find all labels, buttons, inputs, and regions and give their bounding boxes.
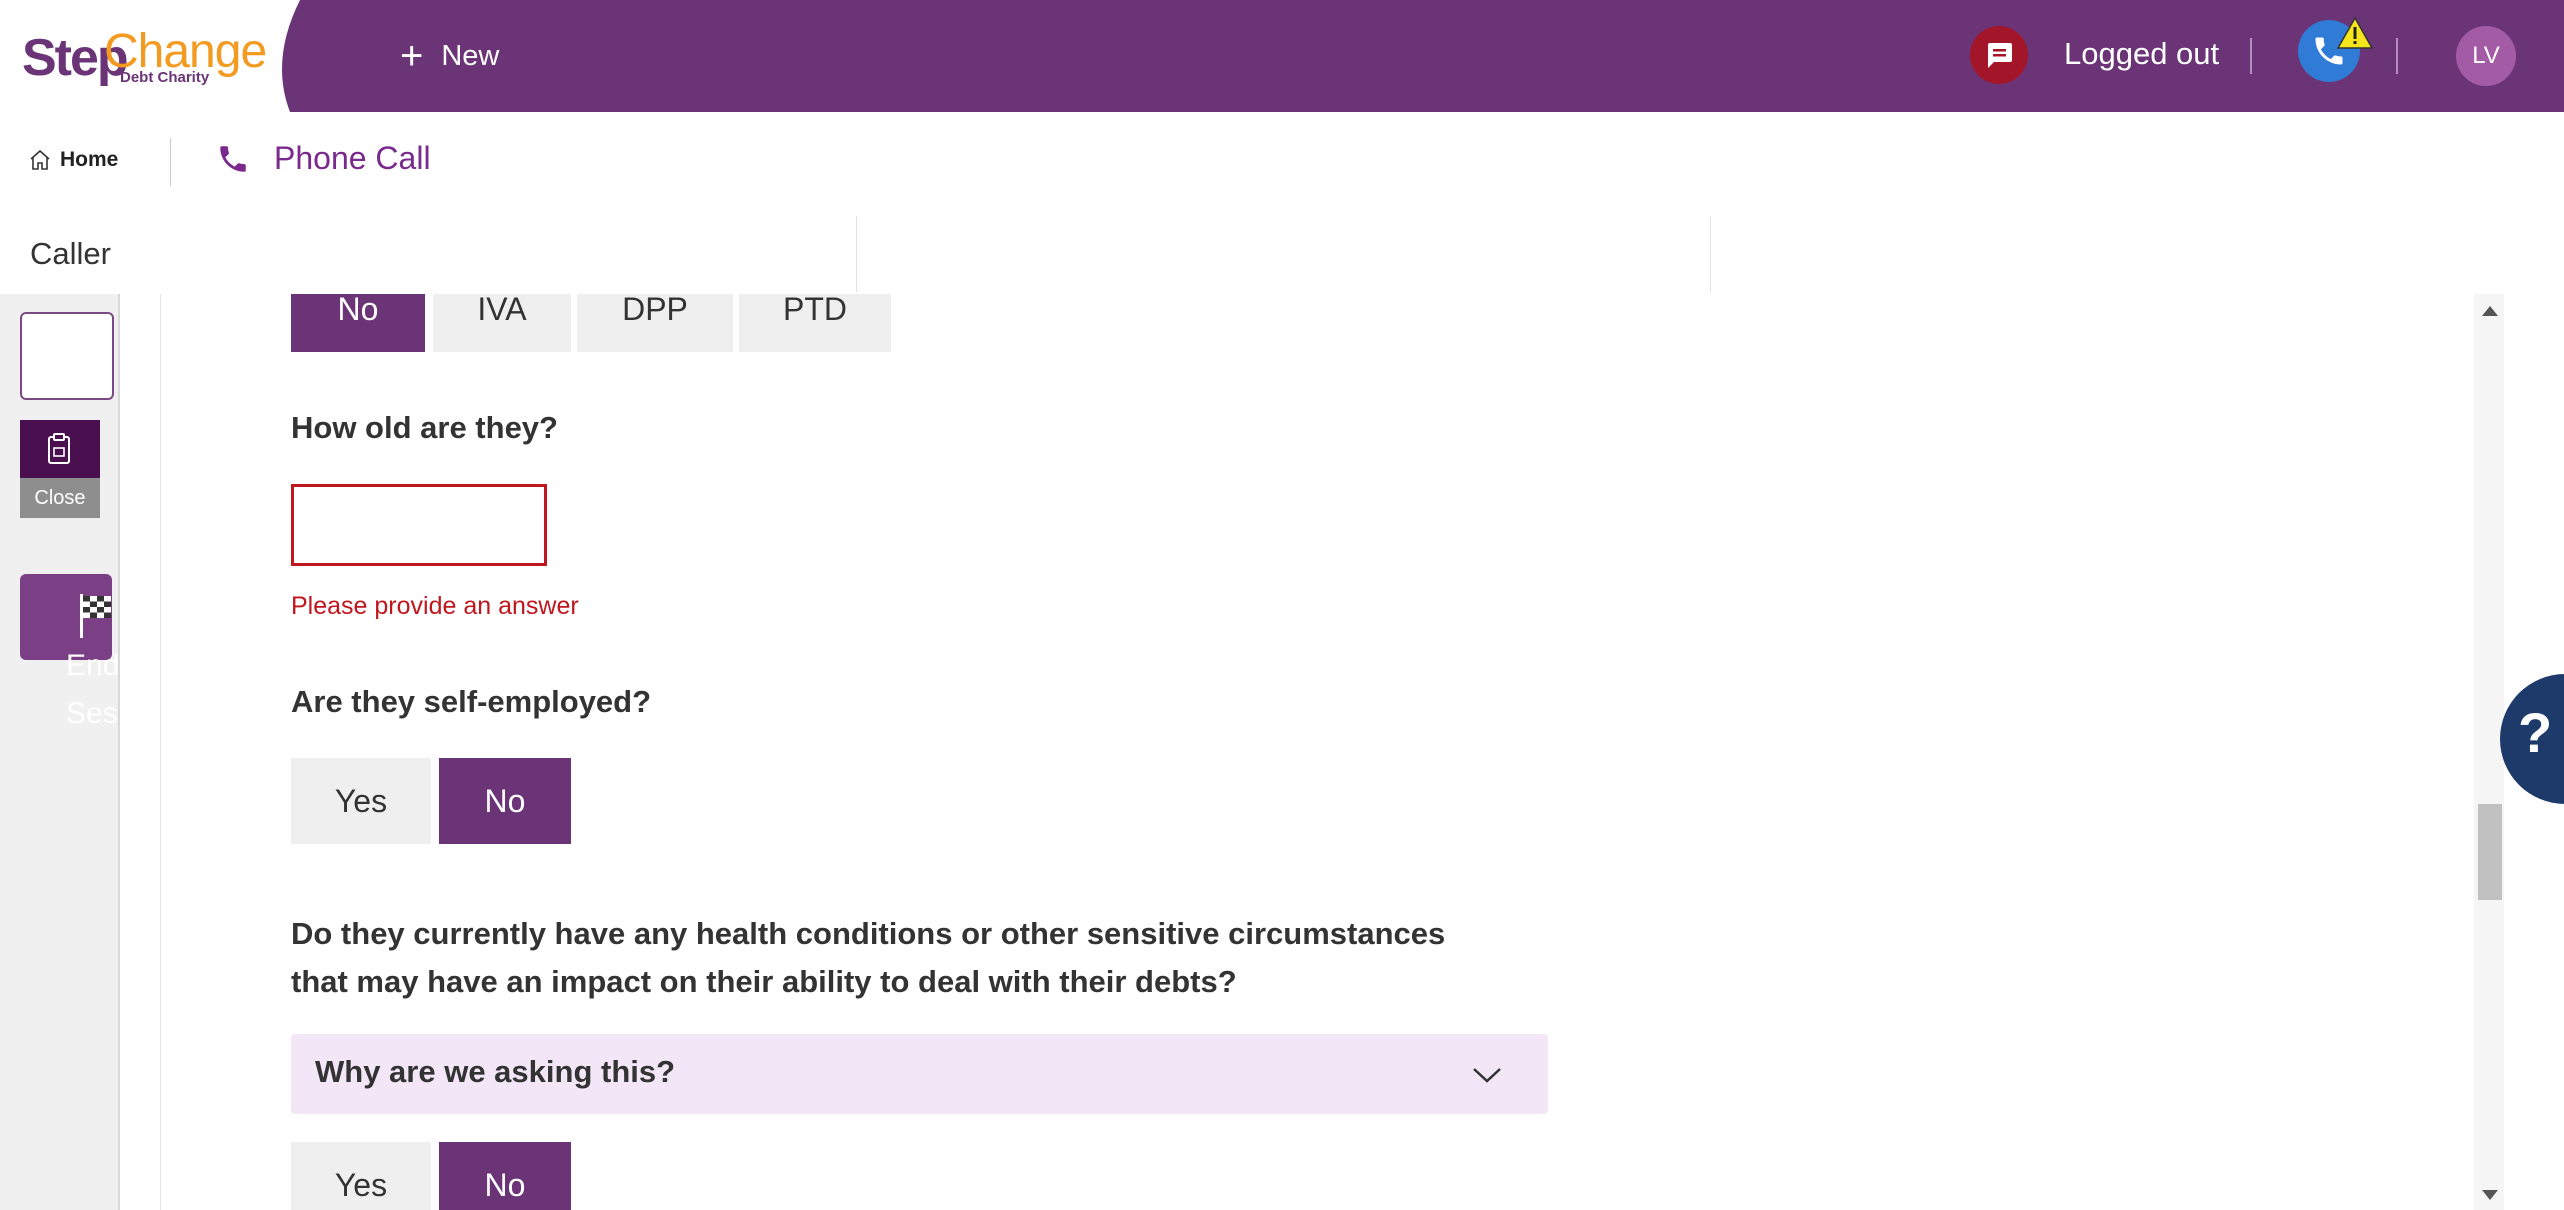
scrollbar-thumb[interactable] (2478, 804, 2502, 900)
caller-divider (856, 216, 857, 292)
caller-label: Caller (30, 236, 111, 271)
warning-icon (2336, 16, 2374, 49)
presence-status[interactable]: Logged out (2064, 36, 2219, 72)
phone-call-icon (220, 145, 246, 172)
header-divider (2250, 38, 2252, 74)
age-error-message: Please provide an answer (291, 592, 579, 620)
scroll-down-arrow[interactable] (2482, 1190, 2498, 1200)
self-employed-question: Are they self-employed? (291, 684, 652, 719)
home-label: Home (60, 148, 119, 171)
end-session-label: End Session (66, 649, 118, 730)
home-icon (30, 149, 50, 170)
health-yes-button[interactable]: Yes (291, 1142, 431, 1210)
prev-option-label: No (337, 294, 379, 327)
top-navigation-bar: Step Change Debt Charity + New Logged ou… (0, 0, 2564, 112)
help-icon: ? (2518, 701, 2553, 764)
prev-option-label: DPP (622, 294, 688, 327)
prev-option-iva[interactable]: IVA (433, 294, 571, 352)
breadcrumb-phone-call[interactable]: Phone Call (216, 140, 431, 177)
session-rail: Close End Session (0, 294, 120, 1210)
plus-icon: + (400, 34, 424, 78)
prev-option-no[interactable]: No (291, 294, 425, 352)
breadcrumb: Home Phone Call (0, 112, 2564, 216)
breadcrumb-divider (170, 138, 171, 186)
health-question-line: that may have an impact on their ability… (291, 964, 1237, 999)
checkered-flag-icon (80, 594, 111, 638)
option-label: No (484, 782, 526, 819)
option-label: Yes (334, 1166, 388, 1203)
logo-text: Step Change Debt Charity (22, 24, 267, 94)
logo-subtitle: Debt Charity (120, 69, 210, 86)
age-input[interactable] (291, 484, 547, 566)
chevron-down-icon (1473, 1068, 1501, 1083)
header-divider (2396, 38, 2398, 74)
self-employed-yes-button[interactable]: Yes (291, 758, 431, 844)
new-button[interactable]: + New (400, 34, 499, 78)
health-question: Do they currently have any health condit… (291, 910, 1445, 1006)
prev-option-ptd[interactable]: PTD (739, 294, 891, 352)
self-employed-no-button[interactable]: No (439, 758, 571, 844)
questionnaire-form: No IVA DPP PTD How old are they? Please … (160, 294, 2476, 1210)
age-question: How old are they? (291, 410, 558, 445)
new-button-label: New (441, 39, 500, 72)
scrollbar[interactable] (2474, 294, 2504, 1210)
caller-divider (1710, 216, 1711, 292)
option-label: No (484, 1166, 526, 1203)
clipboard-icon[interactable] (20, 420, 100, 478)
health-question-line: Do they currently have any health condit… (291, 916, 1446, 951)
prev-option-label: PTD (783, 294, 847, 327)
health-no-button[interactable]: No (439, 1142, 571, 1210)
breadcrumb-home[interactable]: Home (28, 148, 118, 172)
why-asking-accordion[interactable]: Why are we asking this? (291, 1034, 1548, 1114)
session-tile[interactable] (20, 312, 114, 400)
prev-option-dpp[interactable]: DPP (577, 294, 733, 352)
close-button[interactable]: Close (20, 478, 100, 518)
logo[interactable]: Step Change Debt Charity (0, 0, 310, 112)
why-asking-label: Why are we asking this? (315, 1054, 676, 1089)
caller-panel: Caller (0, 216, 2564, 294)
scroll-up-arrow[interactable] (2482, 306, 2498, 316)
avatar-initials: LV (2472, 42, 2500, 69)
prev-option-label: IVA (477, 294, 527, 327)
phone-call-label: Phone Call (274, 140, 431, 176)
option-label: Yes (334, 782, 388, 819)
close-label: Close (34, 486, 86, 509)
chat-icon[interactable] (1970, 26, 2028, 84)
avatar[interactable]: LV (2456, 26, 2516, 86)
